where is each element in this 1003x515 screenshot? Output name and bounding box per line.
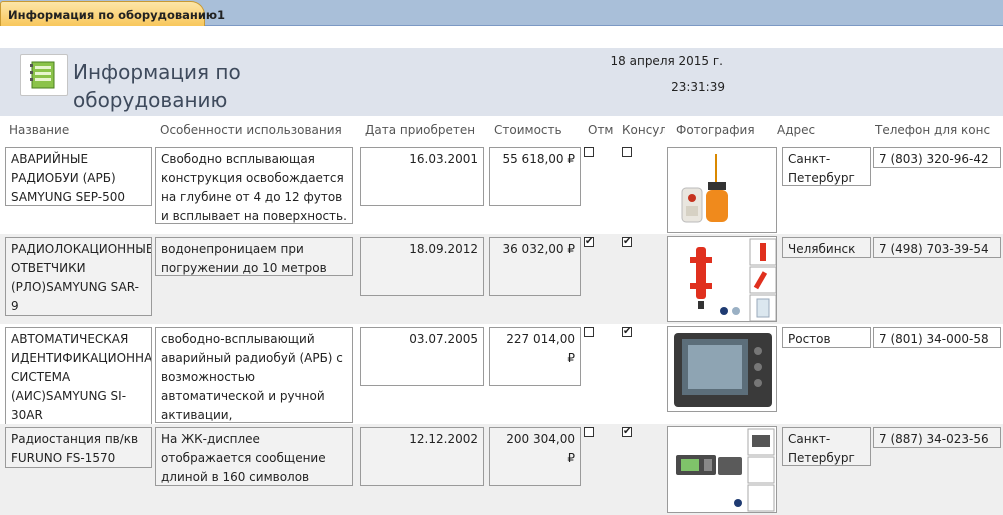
phone-field[interactable]: 7 (803) 320-96-42: [873, 147, 1001, 168]
address-field[interactable]: Ростов: [782, 327, 871, 348]
equipment-photo: [667, 236, 777, 322]
table-row: АВАРИЙНЫЕ РАДИОБУИ (АРБ) SAMYUNG SEP-500…: [0, 144, 1003, 234]
column-header-mark: Отм: [588, 123, 614, 137]
purchase-date-field[interactable]: 16.03.2001: [360, 147, 484, 206]
column-header-consult: Консул: [622, 123, 665, 137]
name-field[interactable]: Радиостанция пв/кв FURUNO FS-1570: [5, 427, 152, 468]
features-field[interactable]: водонепроницаем при погружении до 10 мет…: [155, 237, 353, 276]
mark-checkbox[interactable]: [584, 427, 594, 437]
table-row: АВТОМАТИЧЕСКАЯ ИДЕНТИФИКАЦИОННАЯ СИСТЕМА…: [0, 324, 1003, 425]
equipment-photo: [667, 426, 777, 513]
mark-checkbox[interactable]: [584, 327, 594, 337]
column-header-purchase-date: Дата приобретен: [365, 123, 476, 137]
phone-field[interactable]: 7 (498) 703-39-54: [873, 237, 1001, 258]
cost-field[interactable]: 200 304,00 ₽: [489, 427, 581, 486]
form-icon: [20, 54, 68, 96]
purchase-date-field[interactable]: 12.12.2002: [360, 427, 484, 486]
cost-field[interactable]: 227 014,00 ₽: [489, 327, 581, 386]
report-date: 18 апреля 2015 г.: [610, 54, 723, 68]
address-field[interactable]: Челябинск: [782, 237, 871, 258]
features-field[interactable]: Свободно всплывающая конструкция освобож…: [155, 147, 353, 224]
features-field[interactable]: На ЖК-дисплее отображается сообщение дли…: [155, 427, 353, 486]
mark-checkbox[interactable]: ✔: [584, 237, 594, 247]
phone-field[interactable]: 7 (801) 34-000-58: [873, 327, 1001, 348]
name-field[interactable]: АВАРИЙНЫЕ РАДИОБУИ (АРБ) SAMYUNG SEP-500: [5, 147, 152, 206]
consult-checkbox[interactable]: ✔: [622, 427, 632, 437]
column-header-cost: Стоимость: [494, 123, 562, 137]
report-header: Информация по оборудованию 18 апреля 201…: [0, 48, 1003, 116]
column-header-features: Особенности использования: [160, 123, 342, 137]
phone-field[interactable]: 7 (887) 34-023-56: [873, 427, 1001, 448]
document-tab-bar: Информация по оборудованию1: [0, 0, 1003, 26]
page-title: Информация по оборудованию: [73, 60, 241, 112]
address-field[interactable]: Санкт-Петербург: [782, 147, 871, 186]
equipment-photo: [667, 326, 777, 412]
column-header-photo: Фотография: [676, 123, 755, 137]
purchase-date-field[interactable]: 03.07.2005: [360, 327, 484, 386]
cost-field[interactable]: 55 618,00 ₽: [489, 147, 581, 206]
consult-checkbox[interactable]: [622, 147, 632, 157]
column-header-name: Название: [9, 123, 70, 137]
purchase-date-field[interactable]: 18.09.2012: [360, 237, 484, 296]
table-row: РАДИОЛОКАЦИОННЫЕ ОТВЕТЧИКИ (РЛО)SAMYUNG …: [0, 234, 1003, 324]
table-row: Радиостанция пв/кв FURUNO FS-1570 На ЖК-…: [0, 424, 1003, 515]
consult-checkbox[interactable]: ✔: [622, 327, 632, 337]
consult-checkbox[interactable]: ✔: [622, 237, 632, 247]
equipment-photo: [667, 147, 777, 233]
report-time: 23:31:39: [671, 80, 725, 94]
column-header-address: Адрес: [777, 123, 816, 137]
cost-field[interactable]: 36 032,00 ₽: [489, 237, 581, 296]
document-tab[interactable]: Информация по оборудованию1: [0, 1, 225, 26]
mark-checkbox[interactable]: [584, 147, 594, 157]
features-field[interactable]: свободно-всплывающий аварийный радиобуй …: [155, 327, 353, 423]
name-field[interactable]: РАДИОЛОКАЦИОННЫЕ ОТВЕТЧИКИ (РЛО)SAMYUNG …: [5, 237, 152, 316]
address-field[interactable]: Санкт-Петербург: [782, 427, 871, 466]
name-field[interactable]: АВТОМАТИЧЕСКАЯ ИДЕНТИФИКАЦИОННАЯ СИСТЕМА…: [5, 327, 152, 425]
column-header-phone: Телефон для конс: [875, 123, 991, 137]
